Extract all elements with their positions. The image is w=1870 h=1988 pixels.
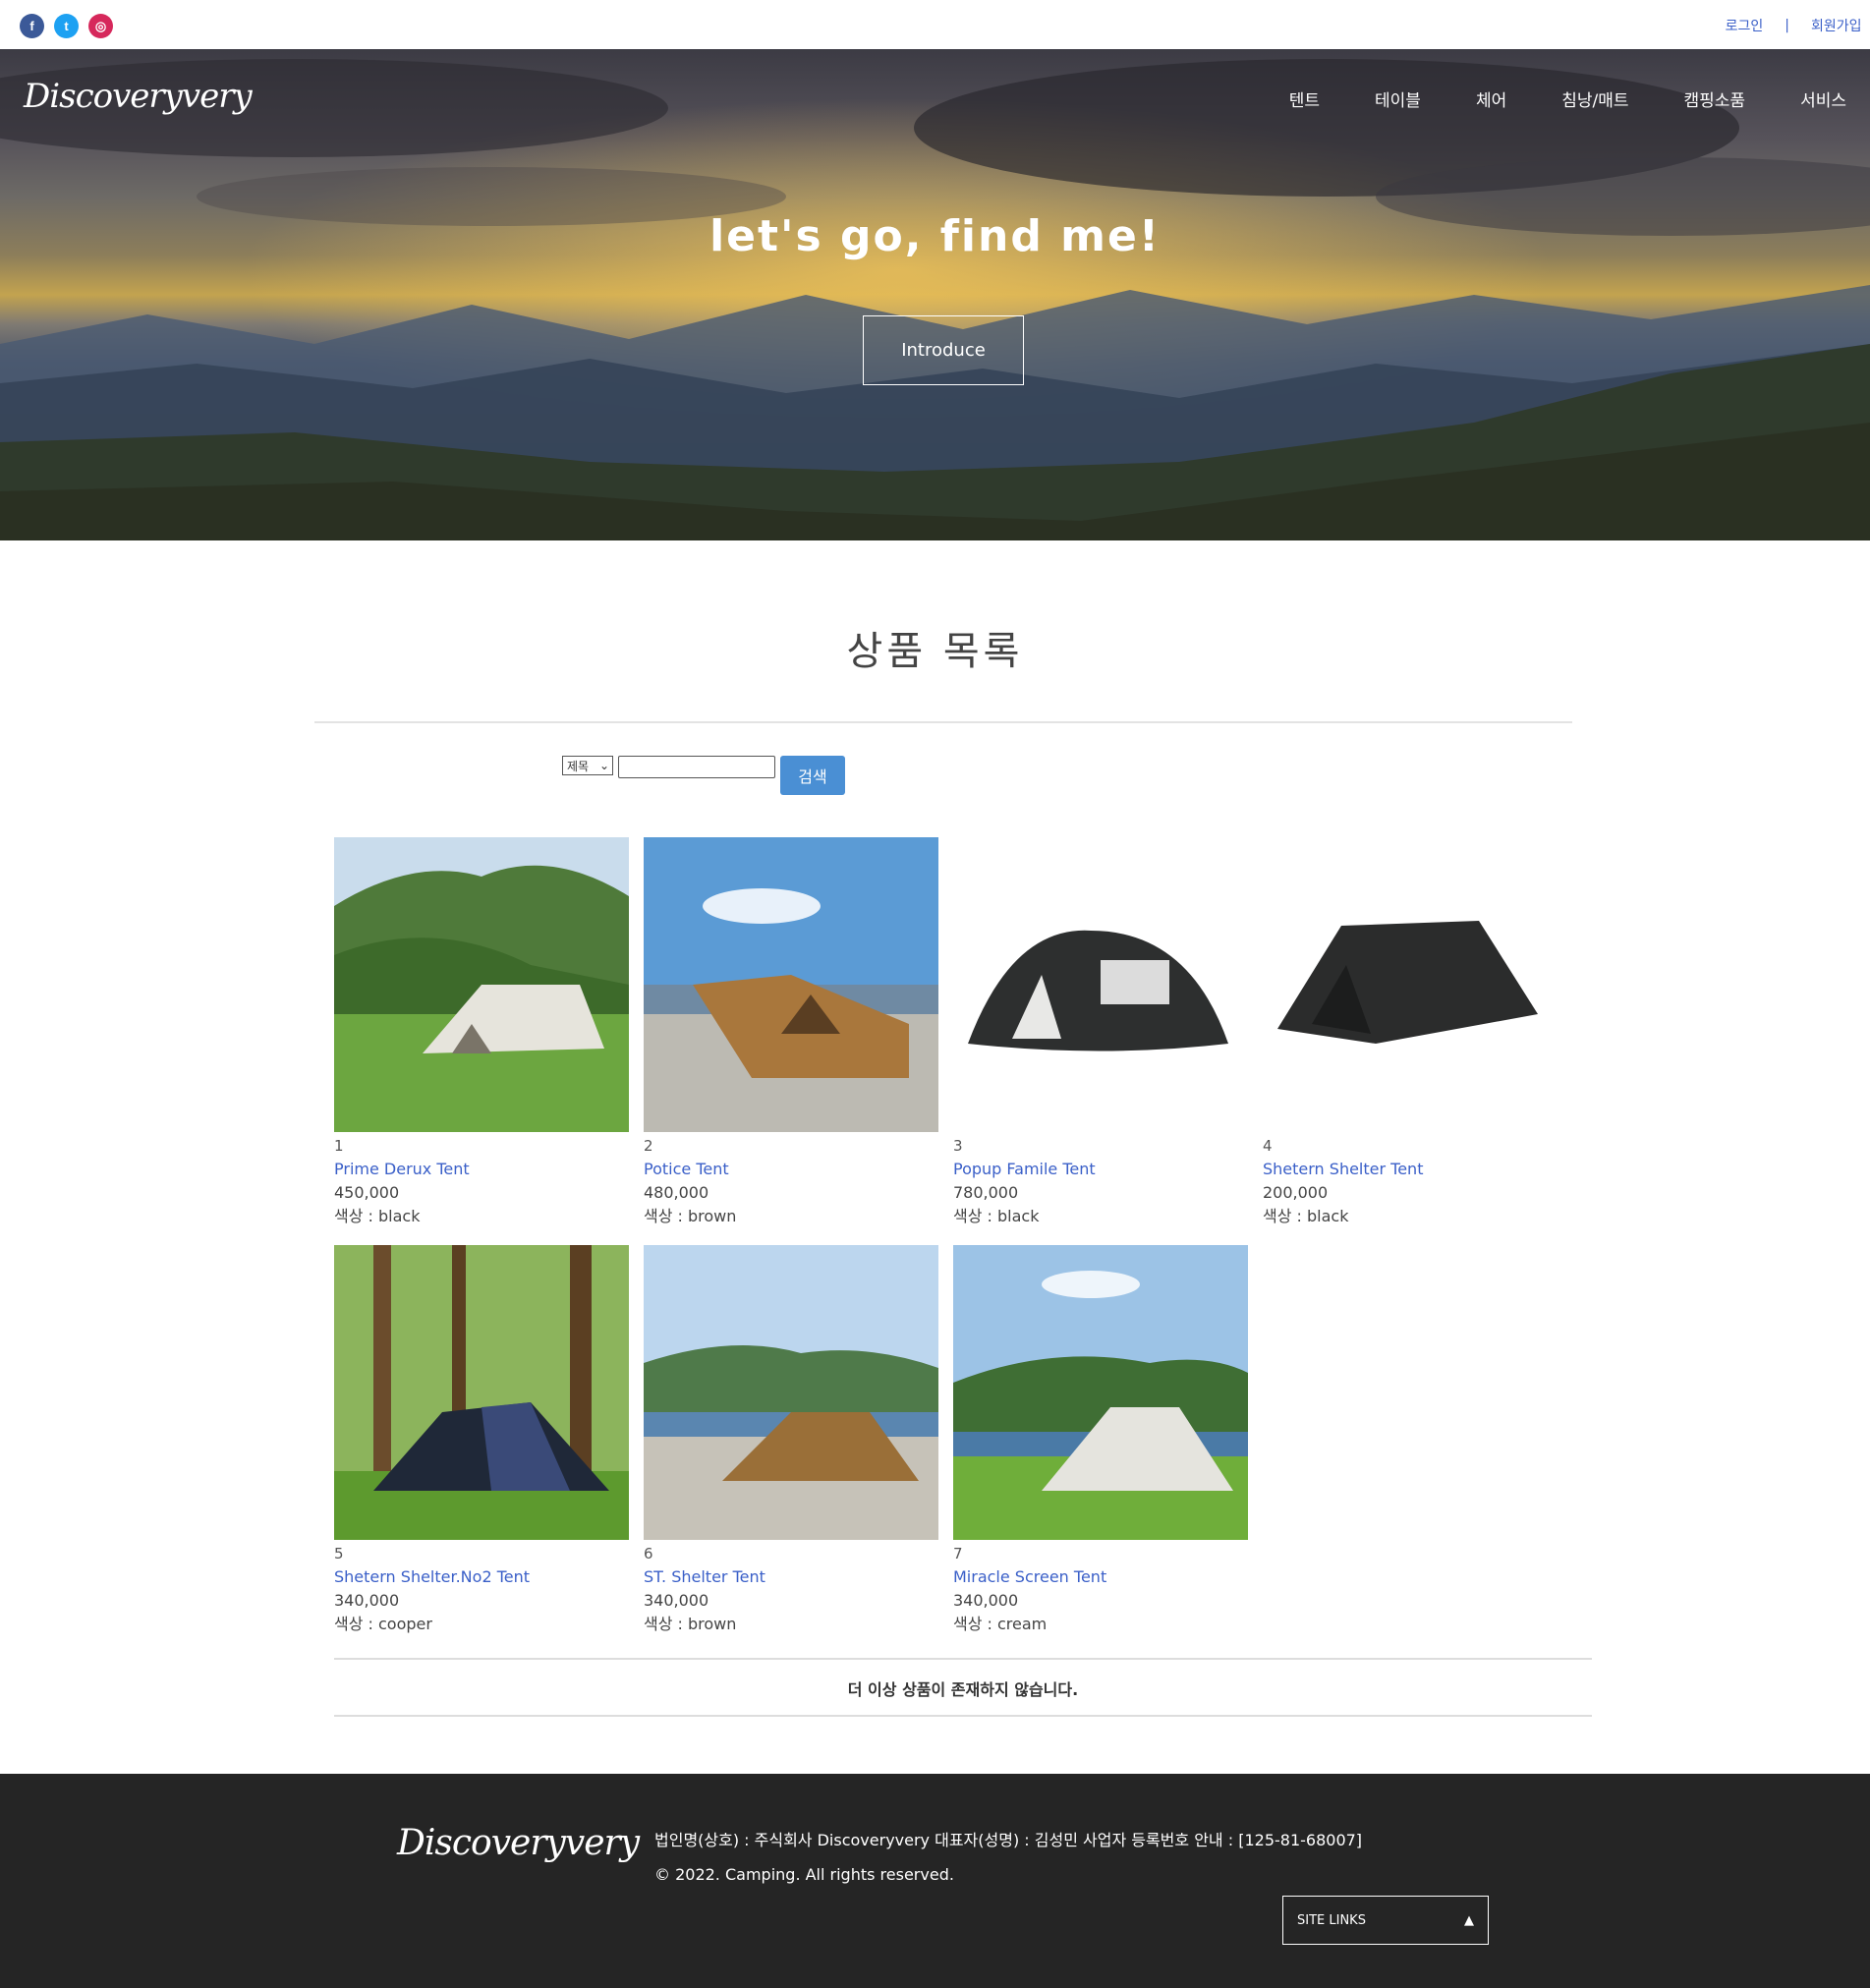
product-card[interactable]: 6 ST. Shelter Tent 340,000 색상 : brown (644, 1245, 938, 1636)
footer: Discoveryvery 법인명(상호) : 주식회사 Discoveryve… (0, 1774, 1870, 1988)
product-color: 색상 : black (953, 1207, 1040, 1225)
search-input[interactable] (618, 756, 775, 778)
product-card[interactable]: 1 Prime Derux Tent 450,000 색상 : black (334, 837, 629, 1228)
instagram-icon[interactable]: ◎ (88, 14, 113, 38)
main-nav: 텐트 테이블 체어 침낭/매트 캠핑소품 서비스 (1234, 86, 1846, 111)
login-link[interactable]: 로그인 (1726, 16, 1764, 35)
product-color: 색상 : brown (644, 1615, 737, 1633)
nav-item-camping-goods[interactable]: 캠핑소품 (1684, 86, 1746, 111)
product-card[interactable]: 7 Miracle Screen Tent 340,000 색상 : cream (953, 1245, 1248, 1636)
product-number: 2 (644, 1137, 653, 1155)
product-name-link[interactable]: Shetern Shelter Tent (1263, 1158, 1558, 1181)
product-image[interactable] (953, 1245, 1248, 1540)
product-price: 340,000 (334, 1591, 400, 1610)
product-card[interactable]: 2 Potice Tent 480,000 색상 : brown (644, 837, 938, 1228)
nav-item-table[interactable]: 테이블 (1375, 86, 1421, 111)
site-links-dropdown[interactable]: SITE LINKS ▲ (1282, 1896, 1489, 1945)
page-title: 상품 목록 (846, 629, 1024, 674)
introduce-button[interactable]: Introduce (863, 315, 1024, 385)
product-image[interactable] (953, 837, 1248, 1132)
chevron-down-icon: ⌄ (598, 759, 609, 772)
nav-item-tent[interactable]: 텐트 (1289, 86, 1320, 111)
footer-logo: Discoveryvery (397, 1823, 640, 1863)
product-number: 4 (1263, 1137, 1273, 1155)
product-color: 색상 : cooper (334, 1615, 432, 1633)
nav-item-service[interactable]: 서비스 (1800, 86, 1846, 111)
product-price: 450,000 (334, 1183, 400, 1202)
auth-links: 로그인 | 회원가입 (1726, 16, 1870, 35)
product-name-link[interactable]: Popup Famile Tent (953, 1158, 1248, 1181)
product-image[interactable] (334, 1245, 629, 1540)
product-image[interactable] (1263, 837, 1558, 1132)
product-image[interactable] (644, 837, 938, 1132)
product-number: 1 (334, 1137, 344, 1155)
product-name-link[interactable]: Prime Derux Tent (334, 1158, 629, 1181)
product-name-link[interactable]: Shetern Shelter.No2 Tent (334, 1565, 629, 1589)
end-divider-top (334, 1658, 1592, 1660)
end-of-list-message: 더 이상 상품이 존재하지 않습니다. (847, 1680, 1079, 1699)
end-divider-bottom (334, 1715, 1592, 1717)
product-card[interactable]: 4 Shetern Shelter Tent 200,000 색상 : blac… (1263, 837, 1558, 1228)
search-bar: 제목 ⌄ 검색 (562, 756, 845, 795)
product-image[interactable] (334, 837, 629, 1132)
product-number: 7 (953, 1545, 963, 1562)
signup-link[interactable]: 회원가입 (1811, 16, 1870, 35)
twitter-icon[interactable]: t (54, 14, 79, 38)
caret-up-icon: ▲ (1464, 1912, 1474, 1928)
product-price: 340,000 (644, 1591, 709, 1610)
product-color: 색상 : cream (953, 1615, 1048, 1633)
product-color: 색상 : black (1263, 1207, 1349, 1225)
title-divider (314, 721, 1572, 723)
product-price: 340,000 (953, 1591, 1019, 1610)
product-number: 3 (953, 1137, 963, 1155)
product-price: 200,000 (1263, 1183, 1329, 1202)
company-info: 법인명(상호) : 주식회사 Discoveryvery 대표자(성명) : 김… (654, 1831, 1363, 1849)
hero-background-image (0, 49, 1870, 540)
product-price: 780,000 (953, 1183, 1019, 1202)
hero-title: let's go, find me! (709, 211, 1161, 261)
product-card[interactable]: 5 Shetern Shelter.No2 Tent 340,000 색상 : … (334, 1245, 629, 1636)
social-links: f t ◎ (20, 14, 113, 38)
product-number: 5 (334, 1545, 344, 1562)
site-logo[interactable]: Discoveryvery (24, 77, 253, 116)
product-image[interactable] (644, 1245, 938, 1540)
nav-item-chair[interactable]: 체어 (1476, 86, 1506, 111)
auth-separator: | (1785, 18, 1789, 33)
search-field-select[interactable]: 제목 ⌄ (562, 756, 613, 775)
copyright: © 2022. Camping. All rights reserved. (654, 1865, 954, 1884)
product-color: 색상 : black (334, 1207, 421, 1225)
product-price: 480,000 (644, 1183, 709, 1202)
nav-item-sleeping-mat[interactable]: 침낭/매트 (1561, 86, 1628, 111)
site-links-label: SITE LINKS (1297, 1912, 1366, 1928)
top-bar: f t ◎ 로그인 | 회원가입 (0, 0, 1870, 49)
search-button[interactable]: 검색 (780, 756, 845, 795)
search-field-value: 제목 (567, 759, 590, 773)
hero-banner: Discoveryvery 텐트 테이블 체어 침낭/매트 캠핑소품 서비스 l… (0, 49, 1870, 540)
product-name-link[interactable]: Miracle Screen Tent (953, 1565, 1248, 1589)
facebook-icon[interactable]: f (20, 14, 44, 38)
product-card[interactable]: 3 Popup Famile Tent 780,000 색상 : black (953, 837, 1248, 1228)
product-name-link[interactable]: Potice Tent (644, 1158, 938, 1181)
footer-info: 법인명(상호) : 주식회사 Discoveryvery 대표자(성명) : 김… (654, 1823, 1362, 1892)
product-name-link[interactable]: ST. Shelter Tent (644, 1565, 938, 1589)
product-color: 색상 : brown (644, 1207, 737, 1225)
product-number: 6 (644, 1545, 653, 1562)
